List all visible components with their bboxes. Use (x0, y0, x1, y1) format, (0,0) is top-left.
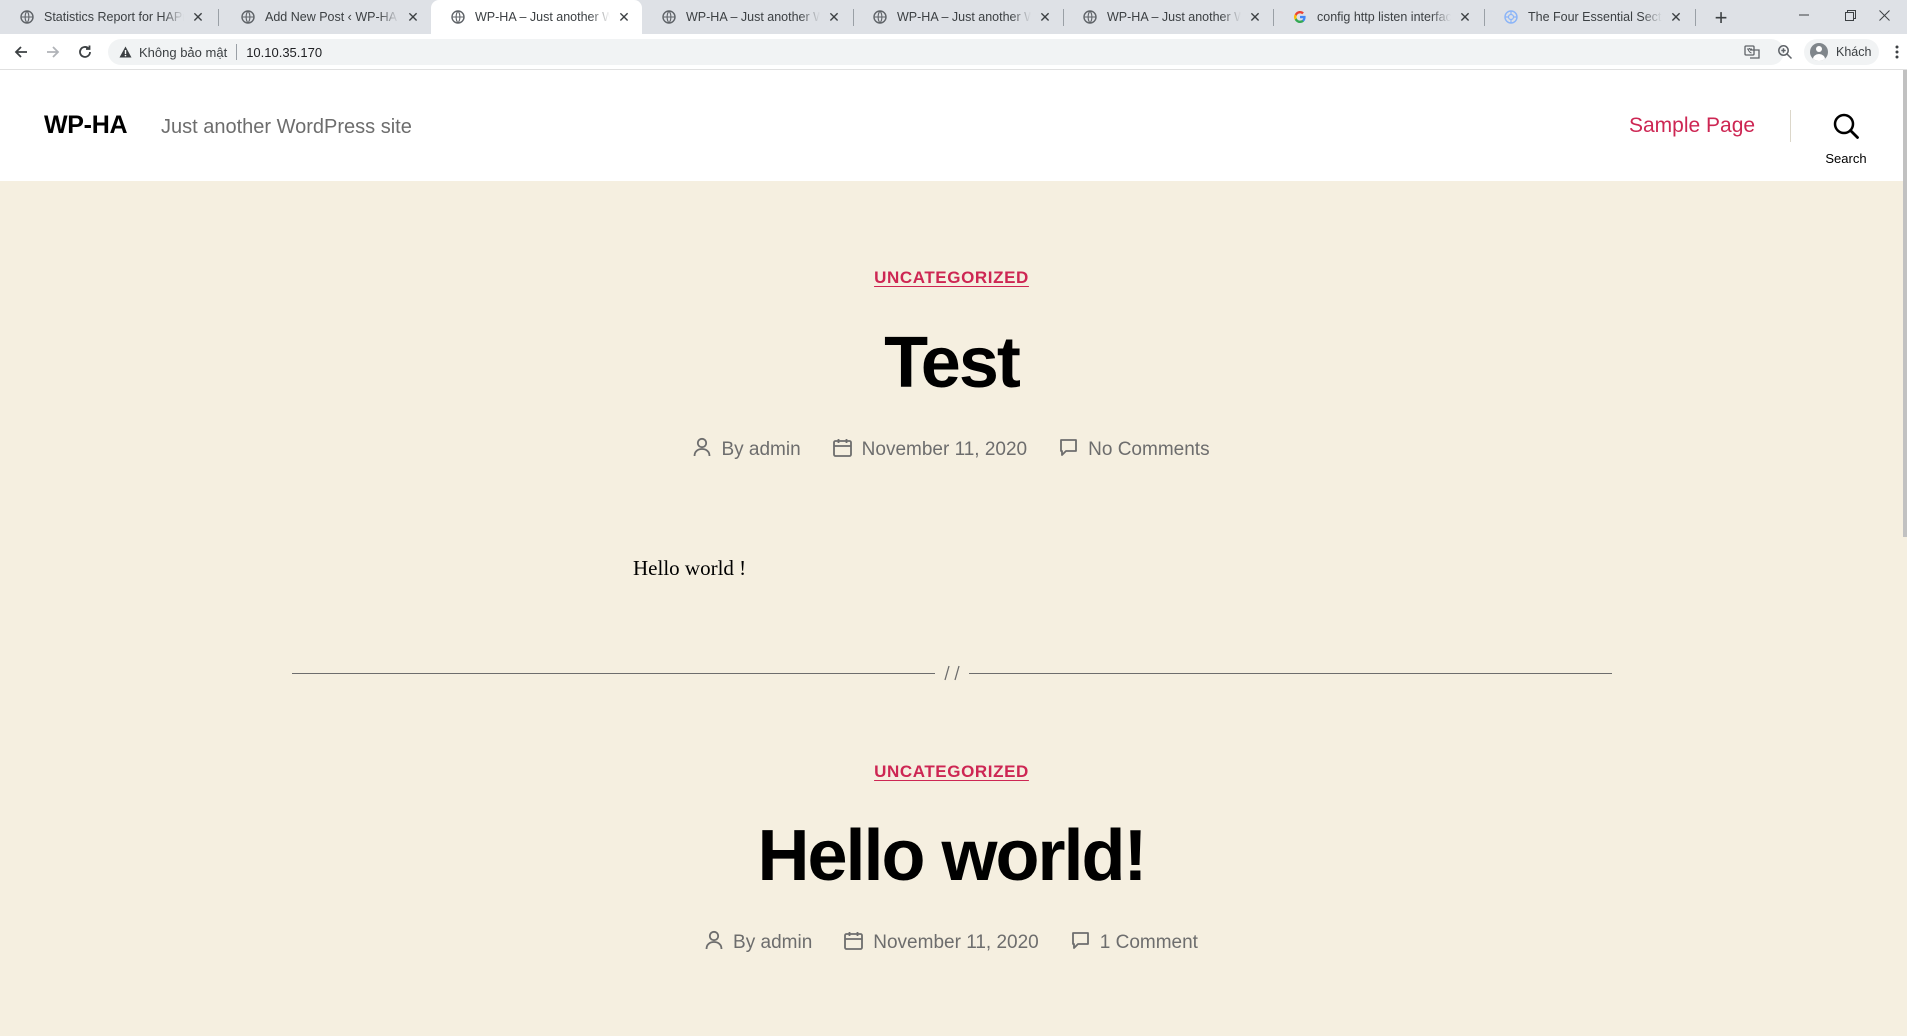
tab-divider (1695, 9, 1696, 26)
address-bar[interactable]: Không bảo mật 10.10.35.170 (108, 39, 1793, 65)
post-author: By admin (693, 437, 801, 463)
profile-button[interactable]: Khách (1804, 39, 1880, 65)
tab-wp-ha[interactable]: WP-HA – Just another WordPress site ✕ (853, 0, 1063, 34)
site-description: Just another WordPress site (161, 116, 412, 138)
post-category-link[interactable]: UNCATEGORIZED (874, 762, 1029, 782)
globe-icon (20, 10, 34, 24)
comment-icon (1071, 931, 1100, 956)
post-category-link[interactable]: UNCATEGORIZED (874, 268, 1029, 288)
url-text[interactable]: 10.10.35.170 (246, 45, 322, 60)
tab-title: config http listen interface haproxy (1317, 10, 1451, 24)
minimize-icon[interactable] (1781, 0, 1827, 30)
new-tab-button[interactable]: + (1708, 5, 1734, 31)
post-title[interactable]: Test (0, 327, 1903, 399)
tab-haproxy-stats[interactable]: Statistics Report for HAProxy ✕ (0, 0, 216, 34)
search-icon (1832, 112, 1860, 145)
comments-link[interactable]: 1 Comment (1100, 932, 1198, 954)
tab-title: Add New Post ‹ WP-HA — WordPress (265, 10, 399, 24)
globe-icon (451, 10, 465, 24)
date-link[interactable]: November 11, 2020 (873, 932, 1038, 954)
tab-title: WP-HA – Just another WordPress site (1107, 10, 1241, 24)
separator-line-right (969, 673, 1612, 674)
close-tab-icon[interactable]: ✕ (1247, 9, 1263, 25)
user-icon (693, 437, 721, 463)
post-date: November 11, 2020 (844, 931, 1039, 956)
globe-icon (662, 10, 676, 24)
browser-toolbar: Không bảo mật 10.10.35.170 (0, 34, 1907, 70)
close-tab-icon[interactable]: ✕ (1668, 9, 1684, 25)
close-tab-icon[interactable]: ✕ (1037, 9, 1053, 25)
site-icon (1504, 10, 1518, 24)
calendar-icon (844, 931, 873, 956)
zoom-icon[interactable] (1777, 44, 1793, 60)
forward-arrow-icon[interactable] (40, 39, 66, 65)
post-title[interactable]: Hello world! (0, 820, 1903, 892)
post-comments: 1 Comment (1071, 931, 1198, 956)
omnibox-divider (236, 44, 238, 60)
user-icon (705, 930, 733, 956)
google-icon (1293, 10, 1307, 24)
reload-icon[interactable] (72, 39, 98, 65)
globe-icon (873, 10, 887, 24)
post-title-wrap: Hello world! (0, 820, 1903, 892)
globe-icon (241, 10, 255, 24)
post-category-wrap: UNCATEGORIZED (0, 268, 1903, 288)
close-tab-icon[interactable]: ✕ (826, 9, 842, 25)
tab-divider (218, 9, 219, 26)
tab-title: WP-HA – Just another WordPress site (897, 10, 1031, 24)
tab-wp-ha[interactable]: WP-HA – Just another WordPress site ✕ (642, 0, 852, 34)
close-window-icon[interactable] (1861, 0, 1907, 30)
tab-strip: Statistics Report for HAProxy ✕ Add New … (0, 0, 1907, 34)
date-link[interactable]: November 11, 2020 (862, 439, 1027, 461)
tab-title: The Four Essential Sections of an (1528, 10, 1662, 24)
more-menu-icon[interactable] (1890, 41, 1904, 63)
post-category-wrap: UNCATEGORIZED (0, 762, 1903, 782)
translate-icon[interactable] (1744, 44, 1760, 60)
close-tab-icon[interactable]: ✕ (405, 9, 421, 25)
close-tab-icon[interactable]: ✕ (190, 9, 206, 25)
back-arrow-icon[interactable] (8, 39, 34, 65)
globe-icon (1083, 10, 1097, 24)
post-title-wrap: Test (0, 327, 1903, 399)
separator-line-left (292, 673, 935, 674)
tab-add-new-post[interactable]: Add New Post ‹ WP-HA — WordPress ✕ (221, 0, 431, 34)
comments-link[interactable]: No Comments (1088, 439, 1209, 461)
page-scrollbar[interactable] (1903, 70, 1907, 537)
tab-wp-ha[interactable]: WP-HA – Just another WordPress site ✕ (1063, 0, 1273, 34)
author-link[interactable]: admin (749, 439, 801, 461)
tab-four-sections[interactable]: The Four Essential Sections of an ✕ (1484, 0, 1694, 34)
site-title[interactable]: WP-HA (44, 111, 128, 140)
separator-slashes-icon (944, 665, 960, 681)
post-meta: By admin November 11, 2020 1 Comment (0, 930, 1903, 956)
author-link[interactable]: admin (761, 932, 813, 954)
post-author: By admin (705, 930, 812, 956)
post-comments: No Comments (1059, 438, 1210, 463)
author-prefix: By (721, 439, 744, 460)
close-tab-icon[interactable]: ✕ (616, 9, 632, 25)
site-header: WP-HA Just another WordPress site Sample… (0, 70, 1907, 181)
comment-icon (1059, 438, 1088, 463)
tab-title: Statistics Report for HAProxy (44, 10, 184, 24)
author-prefix: By (733, 932, 756, 953)
tab-google-search[interactable]: config http listen interface haproxy ✕ (1273, 0, 1483, 34)
profile-name: Khách (1836, 45, 1872, 59)
post-content: Hello world ! (633, 556, 747, 580)
close-tab-icon[interactable]: ✕ (1457, 9, 1473, 25)
post-date: November 11, 2020 (832, 438, 1027, 463)
calendar-icon (832, 438, 862, 463)
warning-icon[interactable] (118, 45, 132, 59)
search-toggle-button[interactable]: Search (1818, 112, 1874, 168)
post-meta: By admin November 11, 2020 No Comments (0, 437, 1903, 463)
tab-title: WP-HA – Just another WordPress site (475, 10, 610, 24)
tab-title: WP-HA – Just another WordPress site (686, 10, 820, 24)
search-label: Search (1825, 151, 1867, 166)
tab-wp-ha-active[interactable]: WP-HA – Just another WordPress site ✕ (431, 0, 642, 34)
header-divider (1790, 110, 1791, 142)
avatar-icon (1810, 43, 1828, 61)
security-label[interactable]: Không bảo mật (139, 45, 227, 60)
nav-sample-page[interactable]: Sample Page (1629, 114, 1755, 138)
post-separator (292, 665, 1612, 681)
